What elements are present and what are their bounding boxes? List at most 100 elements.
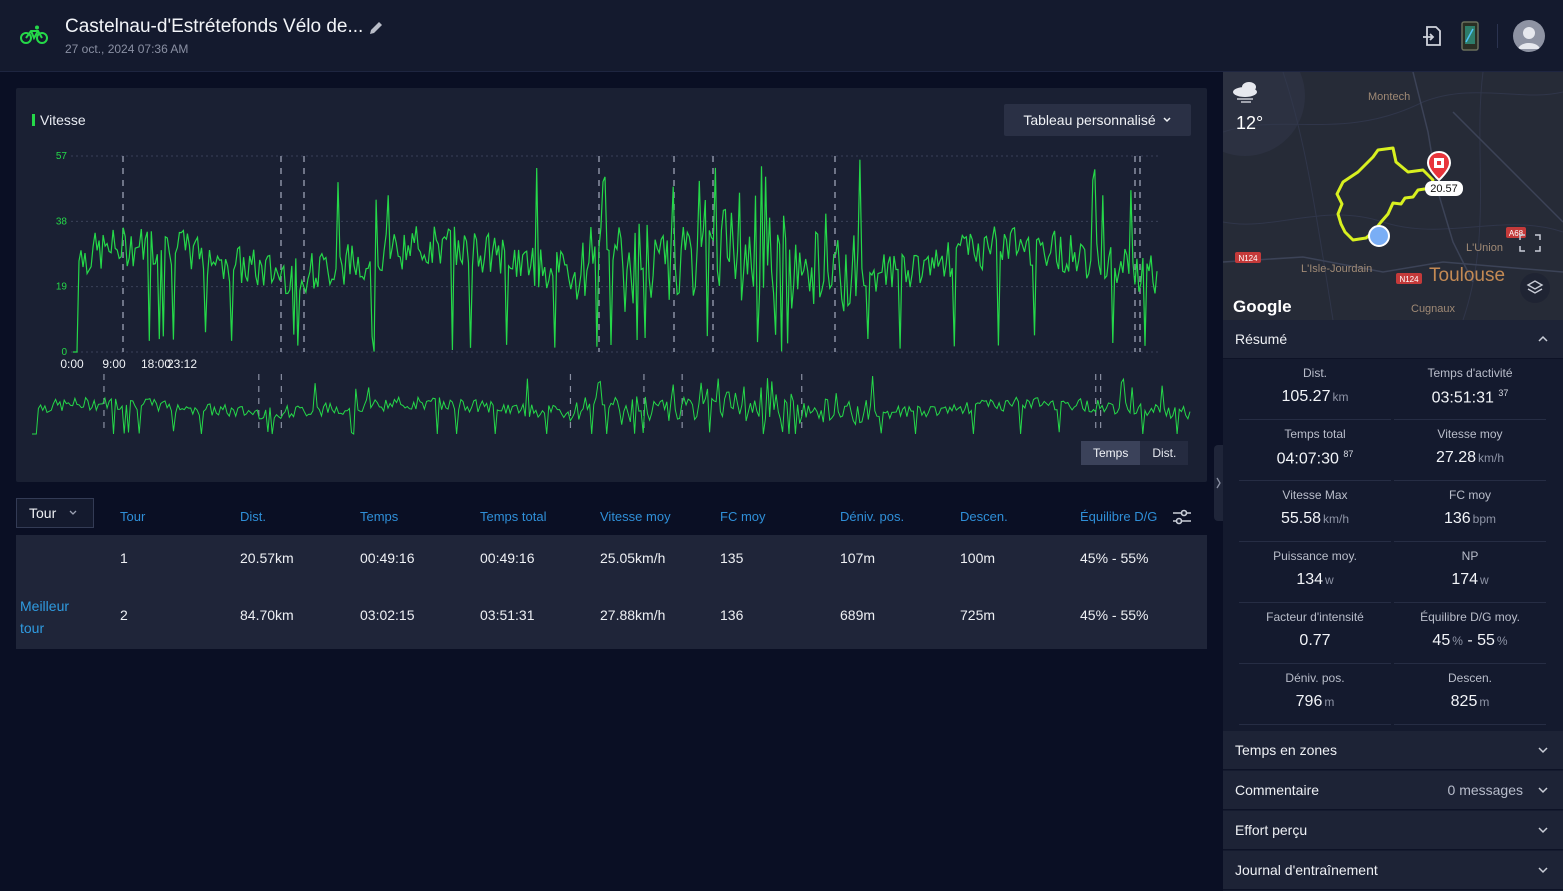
chevron-down-icon (1538, 747, 1548, 754)
axis-toggle: Temps Dist. (1081, 441, 1189, 465)
lap-number: 1 (120, 550, 128, 566)
lap-type-label: Tour (29, 505, 57, 521)
lap-ascent: 689m (840, 607, 876, 623)
chevron-down-icon (69, 510, 77, 515)
stat-unit: % (1452, 634, 1463, 648)
chart-legend[interactable]: Vitesse (32, 112, 86, 128)
stat-label: Équilibre D/G moy. (1420, 610, 1520, 624)
column-settings-icon[interactable] (1172, 508, 1192, 526)
stat-value: 45 (1432, 632, 1451, 649)
stat-label: FC moy (1449, 488, 1491, 502)
col-header-ascent[interactable]: Déniv. pos. (840, 509, 904, 524)
lap-balance: 45% - 55% (1080, 607, 1149, 623)
user-avatar[interactable] (1513, 20, 1545, 52)
stat-value: 55.58 (1280, 510, 1322, 527)
activity-title: Castelnau-d'Estrétefonds Vélo de... (65, 16, 364, 37)
stat-value: 55 (1477, 632, 1495, 649)
top-bar: Castelnau-d'Estrétefonds Vélo de... 27 o… (0, 0, 1563, 72)
toggle-time[interactable]: Temps (1081, 441, 1141, 465)
y-tick-label: 38 (56, 216, 68, 227)
y-tick-label: 19 (56, 282, 68, 293)
person-icon (1518, 27, 1540, 49)
summary-header[interactable]: Résumé (1223, 320, 1563, 359)
chevron-down-icon (1538, 867, 1548, 874)
side-panel: 20.57 Montech L'Union L'Isle-Jourdain To… (1223, 72, 1563, 891)
stat-activity-time: Temps d'activité 03:51:31 37 (1394, 359, 1546, 420)
bike-icon (20, 25, 48, 44)
col-header-avg-speed[interactable]: Vitesse moy (600, 509, 671, 524)
col-header-avg-hr[interactable]: FC moy (720, 509, 766, 524)
y-tick-label: 57 (56, 151, 68, 162)
section-perceived-effort[interactable]: Effort perçu (1223, 811, 1563, 850)
stat-ascent: Déniv. pos. 796 m (1239, 664, 1391, 725)
device-icon[interactable] (1460, 20, 1480, 52)
custom-table-dropdown[interactable]: Tableau personnalisé (1004, 104, 1191, 136)
lap-total-time: 03:51:31 (480, 607, 535, 623)
stat-value: 27.28 (1435, 449, 1477, 466)
stat-label: NP (1461, 549, 1479, 563)
lap-number: 2 (120, 607, 128, 623)
col-header-time[interactable]: Temps (360, 509, 398, 524)
x-tick-label: 9:00 (102, 357, 126, 371)
lap-avg-hr: 136 (720, 607, 744, 623)
stat-unit: m (1324, 695, 1335, 709)
section-comments[interactable]: Commentaire 0 messages (1223, 771, 1563, 810)
speed-chart[interactable]: 57381900:00 9:00 18:0023:12 (16, 88, 1207, 482)
stat-value: 174 (1451, 571, 1479, 588)
section-title: Effort perçu (1235, 822, 1308, 838)
stat-np: NP 174 w (1394, 542, 1546, 603)
stat-label: Temps total (1284, 427, 1346, 441)
col-header-total-time[interactable]: Temps total (480, 509, 546, 524)
header-divider (1497, 24, 1498, 48)
stat-label: Dist. (1303, 366, 1327, 380)
lap-balance: 45% - 55% (1080, 550, 1149, 566)
lap-descent: 100m (960, 550, 996, 566)
lap-avg-speed: 25.05km/h (600, 550, 666, 566)
stat-unit: km/h (1478, 451, 1505, 465)
edit-pencil-icon[interactable] (368, 20, 384, 36)
stat-value: 03:51:31 (1431, 389, 1494, 407)
overview-series-line (32, 375, 1191, 435)
map-place-label: Montech (1368, 91, 1410, 103)
stat-unit: km (1332, 390, 1349, 404)
stat-avg-speed: Vitesse moy 27.28 km/h (1394, 420, 1546, 481)
map-place-label: L'Isle-Jourdain (1301, 263, 1372, 275)
speed-series-line (73, 159, 1158, 353)
section-training-log[interactable]: Journal d'entraînement (1223, 851, 1563, 890)
layers-icon[interactable] (1520, 273, 1550, 303)
col-header-balance[interactable]: Équilibre D/G (1080, 509, 1157, 524)
route-map[interactable]: 20.57 Montech L'Union L'Isle-Jourdain To… (1223, 72, 1563, 320)
lap-type-select[interactable]: Tour (16, 498, 94, 528)
stat-value: 796 (1295, 693, 1323, 710)
stat-avg-power: Puissance moy. 134 w (1239, 542, 1391, 603)
stat-label: Vitesse moy (1437, 427, 1503, 441)
x-tick-label: 0:00 (60, 357, 84, 371)
chevron-down-icon (1163, 117, 1171, 123)
lap-ascent: 107m (840, 550, 876, 566)
stat-lr-balance: Équilibre D/G moy. 45% - 55% (1394, 603, 1546, 664)
map-canvas: 20.57 Montech L'Union L'Isle-Jourdain To… (1223, 72, 1563, 320)
chevron-right-icon (1216, 477, 1221, 489)
lap-avg-hr: 135 (720, 550, 744, 566)
export-icon[interactable] (1421, 24, 1443, 48)
legend-label: Vitesse (40, 112, 86, 128)
col-header-descent[interactable]: Descen. (960, 509, 1008, 524)
stat-descent: Descen. 825 m (1394, 664, 1546, 725)
lap-avg-speed: 27.88km/h (600, 607, 666, 623)
col-header-distance[interactable]: Dist. (240, 509, 266, 524)
lap-time: 00:49:16 (360, 550, 415, 566)
stat-label: Temps d'activité (1427, 366, 1513, 380)
toggle-distance[interactable]: Dist. (1140, 441, 1189, 465)
lap-total-time: 00:49:16 (480, 550, 535, 566)
panel-collapse-handle[interactable] (1214, 445, 1223, 521)
col-header-lap[interactable]: Tour (120, 509, 145, 524)
lap-distance: 20.57km (240, 550, 294, 566)
stat-value: 0.77 (1299, 632, 1331, 649)
distance-marker-label: 20.57 (1430, 183, 1458, 195)
stat-unit: m (1479, 695, 1490, 709)
section-time-in-zones[interactable]: Temps en zones (1223, 731, 1563, 770)
stat-value: 105.27 (1281, 388, 1331, 405)
stat-unit: w (1480, 573, 1489, 587)
stat-unit: km/h (1323, 512, 1350, 526)
x-tick-label: 23:12 (167, 357, 197, 371)
